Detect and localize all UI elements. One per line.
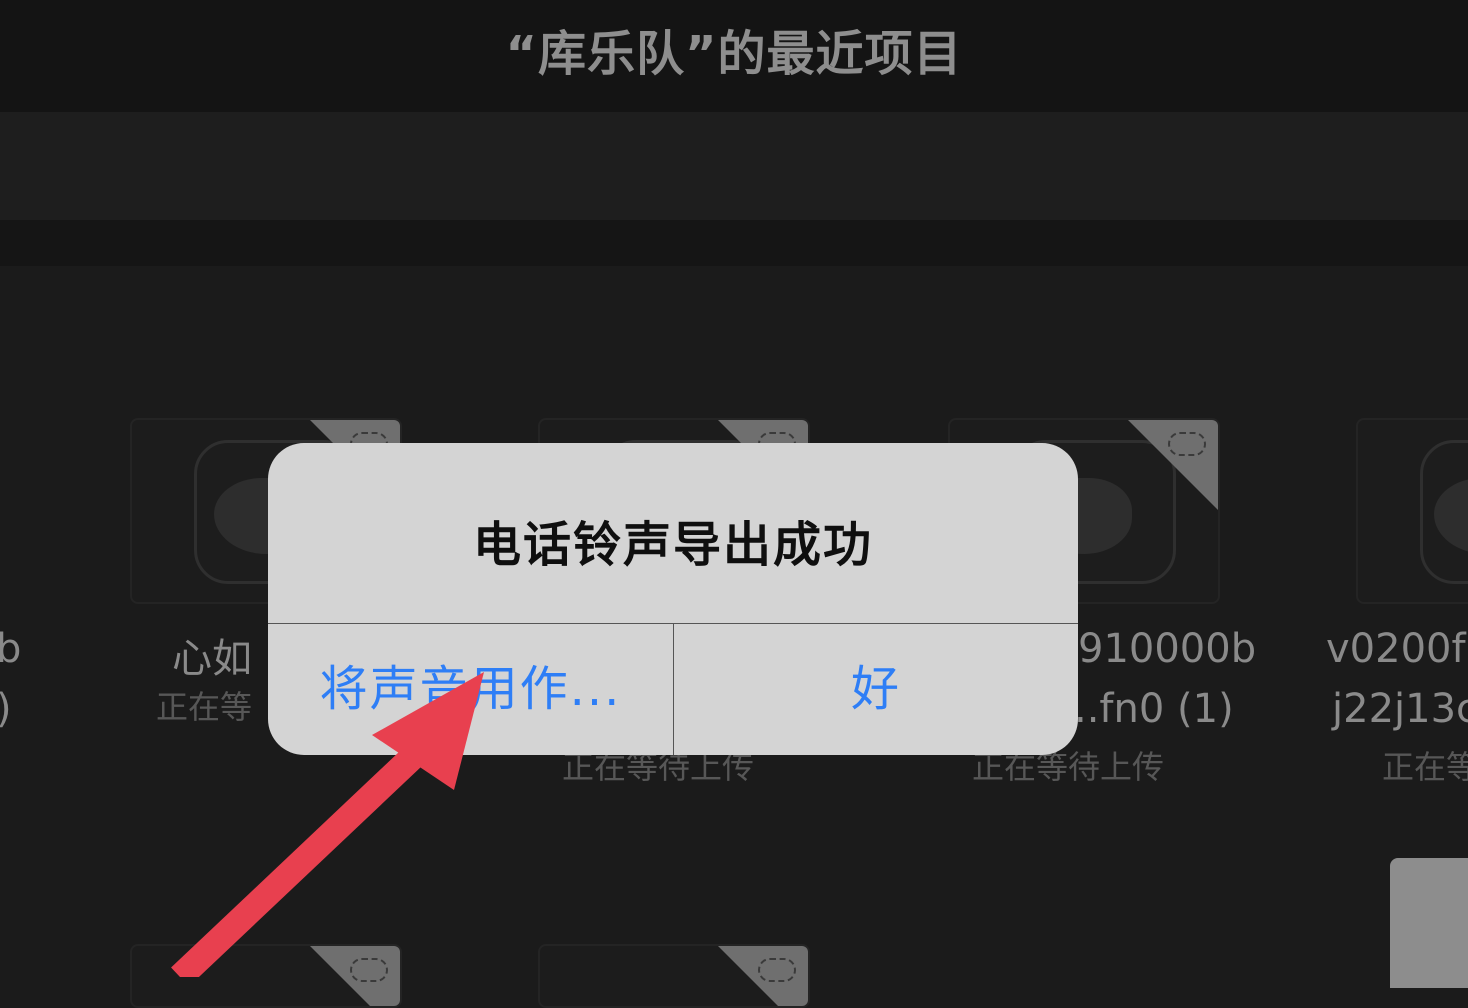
side-panel [1390, 858, 1468, 988]
cloud-upload-icon [758, 958, 796, 982]
project-status: 正在等 [156, 688, 253, 726]
header-bar: “库乐队”的最近项目 [0, 0, 1468, 112]
alert-title: 电话铃声导出成功 [472, 517, 873, 573]
project-name: 心如 [172, 636, 252, 682]
project-status: 正在等 [1382, 748, 1468, 786]
ok-button[interactable]: 好 [674, 624, 1078, 755]
project-tile[interactable] [130, 944, 402, 1008]
cloud-upload-icon [350, 958, 388, 982]
use-sound-as-button[interactable]: 将声音用作... [268, 624, 673, 755]
project-name: v0200f [1326, 626, 1466, 672]
project-name: b [0, 626, 22, 672]
page-title: “库乐队”的最近项目 [505, 26, 963, 82]
project-name-line2: ) [0, 686, 12, 732]
cloud-upload-icon [1168, 432, 1206, 456]
section-divider [0, 220, 1468, 266]
project-tile[interactable] [538, 944, 810, 1008]
project-name-line2: ..fn0 (1) [1074, 686, 1234, 732]
project-name-line2: j22j13c [1332, 686, 1468, 732]
toolbar-band [0, 112, 1468, 220]
export-success-alert: 电话铃声导出成功 将声音用作... 好 [268, 443, 1078, 755]
project-name: 910000b [1078, 626, 1257, 672]
project-tile[interactable] [1356, 418, 1468, 604]
